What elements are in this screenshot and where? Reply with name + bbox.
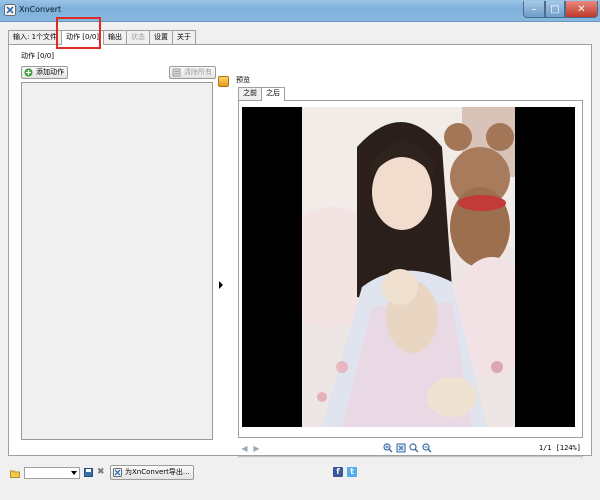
minimize-icon: – [531, 3, 537, 15]
highlight-box [56, 17, 101, 49]
maximize-icon: □ [550, 3, 560, 15]
chevron-down-icon [71, 471, 77, 475]
tab-after[interactable]: 之后 [261, 87, 285, 101]
main-tabs: 输入: 1个文件 动作 [0/0] 输出 状态 设置 关于 [8, 30, 196, 45]
preview-frame [238, 100, 583, 438]
tab-label: 输出 [108, 33, 122, 41]
facebook-icon[interactable]: f [333, 467, 343, 477]
clear-icon [172, 68, 181, 77]
main-window: 输入: 1个文件 动作 [0/0] 输出 状态 设置 关于 动作 [0/0] 添… [0, 17, 600, 500]
preview-image [302, 107, 515, 427]
preset-select[interactable] [24, 467, 80, 479]
preview-canvas[interactable] [242, 107, 575, 427]
zoom-in-icon[interactable] [383, 443, 393, 453]
preview-toolbar: ◀ ▶ 1/1 [124%] [238, 443, 583, 455]
zoom-actual-icon[interactable] [409, 443, 419, 453]
clear-all-button[interactable]: 清除所有 [169, 66, 216, 79]
tab-panel: 动作 [0/0] 添加动作 清除所有 预览 之前 之后 ◀ ▶ 1/1 [124… [8, 44, 592, 464]
tab-before[interactable]: 之前 [238, 87, 262, 100]
zoom-fit-icon[interactable] [396, 443, 406, 453]
close-button[interactable]: ✕ [565, 1, 598, 18]
clear-all-label: 清除所有 [184, 68, 212, 76]
export-button[interactable]: 为XnConvert导出... [110, 465, 194, 480]
maximize-button[interactable]: □ [545, 1, 565, 18]
add-action-label: 添加动作 [36, 68, 64, 76]
xnconvert-logo-icon [113, 468, 122, 477]
tab-output[interactable]: 输出 [103, 30, 127, 44]
collapse-arrow-icon[interactable] [219, 281, 223, 289]
tab-input[interactable]: 输入: 1个文件 [8, 30, 63, 44]
tab-label: 输入: 1个文件 [13, 33, 58, 41]
zoom-out-icon[interactable] [422, 443, 432, 453]
preview-toggle-icon[interactable] [218, 76, 229, 87]
actions-pane: 动作 [0/0] 添加动作 清除所有 [19, 49, 219, 440]
tab-status[interactable]: 状态 [126, 30, 150, 44]
tab-label: 设置 [154, 33, 168, 41]
tab-settings[interactable]: 设置 [149, 30, 173, 44]
minimize-button[interactable]: – [523, 1, 545, 18]
twitter-icon[interactable]: t [347, 467, 357, 477]
bottom-toolbar: ✖ 为XnConvert导出... f t [0, 458, 600, 500]
tab-about[interactable]: 关于 [172, 30, 196, 44]
tab-label: 状态 [131, 33, 145, 41]
export-label: 为XnConvert导出... [125, 468, 190, 476]
tab-label: 之后 [266, 89, 280, 97]
actions-title: 动作 [0/0] [21, 52, 54, 60]
add-icon [24, 68, 33, 77]
prev-arrow-icon[interactable]: ◀ [240, 444, 249, 453]
window-title: XnConvert [19, 5, 62, 14]
add-action-button[interactable]: 添加动作 [21, 66, 68, 79]
folder-icon[interactable] [10, 469, 20, 478]
next-arrow-icon[interactable]: ▶ [252, 444, 261, 453]
preview-tabs: 之前 之后 [238, 87, 285, 101]
preview-photo [302, 107, 515, 427]
preview-title: 预览 [236, 76, 250, 84]
delete-icon[interactable]: ✖ [97, 468, 106, 477]
tab-label: 之前 [243, 89, 257, 97]
actions-list[interactable] [21, 82, 213, 440]
page-zoom-info: 1/1 [124%] [538, 444, 581, 452]
xnconvert-logo-icon [4, 4, 16, 16]
close-icon: ✕ [577, 3, 586, 15]
save-icon[interactable] [84, 468, 93, 477]
tab-label: 关于 [177, 33, 191, 41]
